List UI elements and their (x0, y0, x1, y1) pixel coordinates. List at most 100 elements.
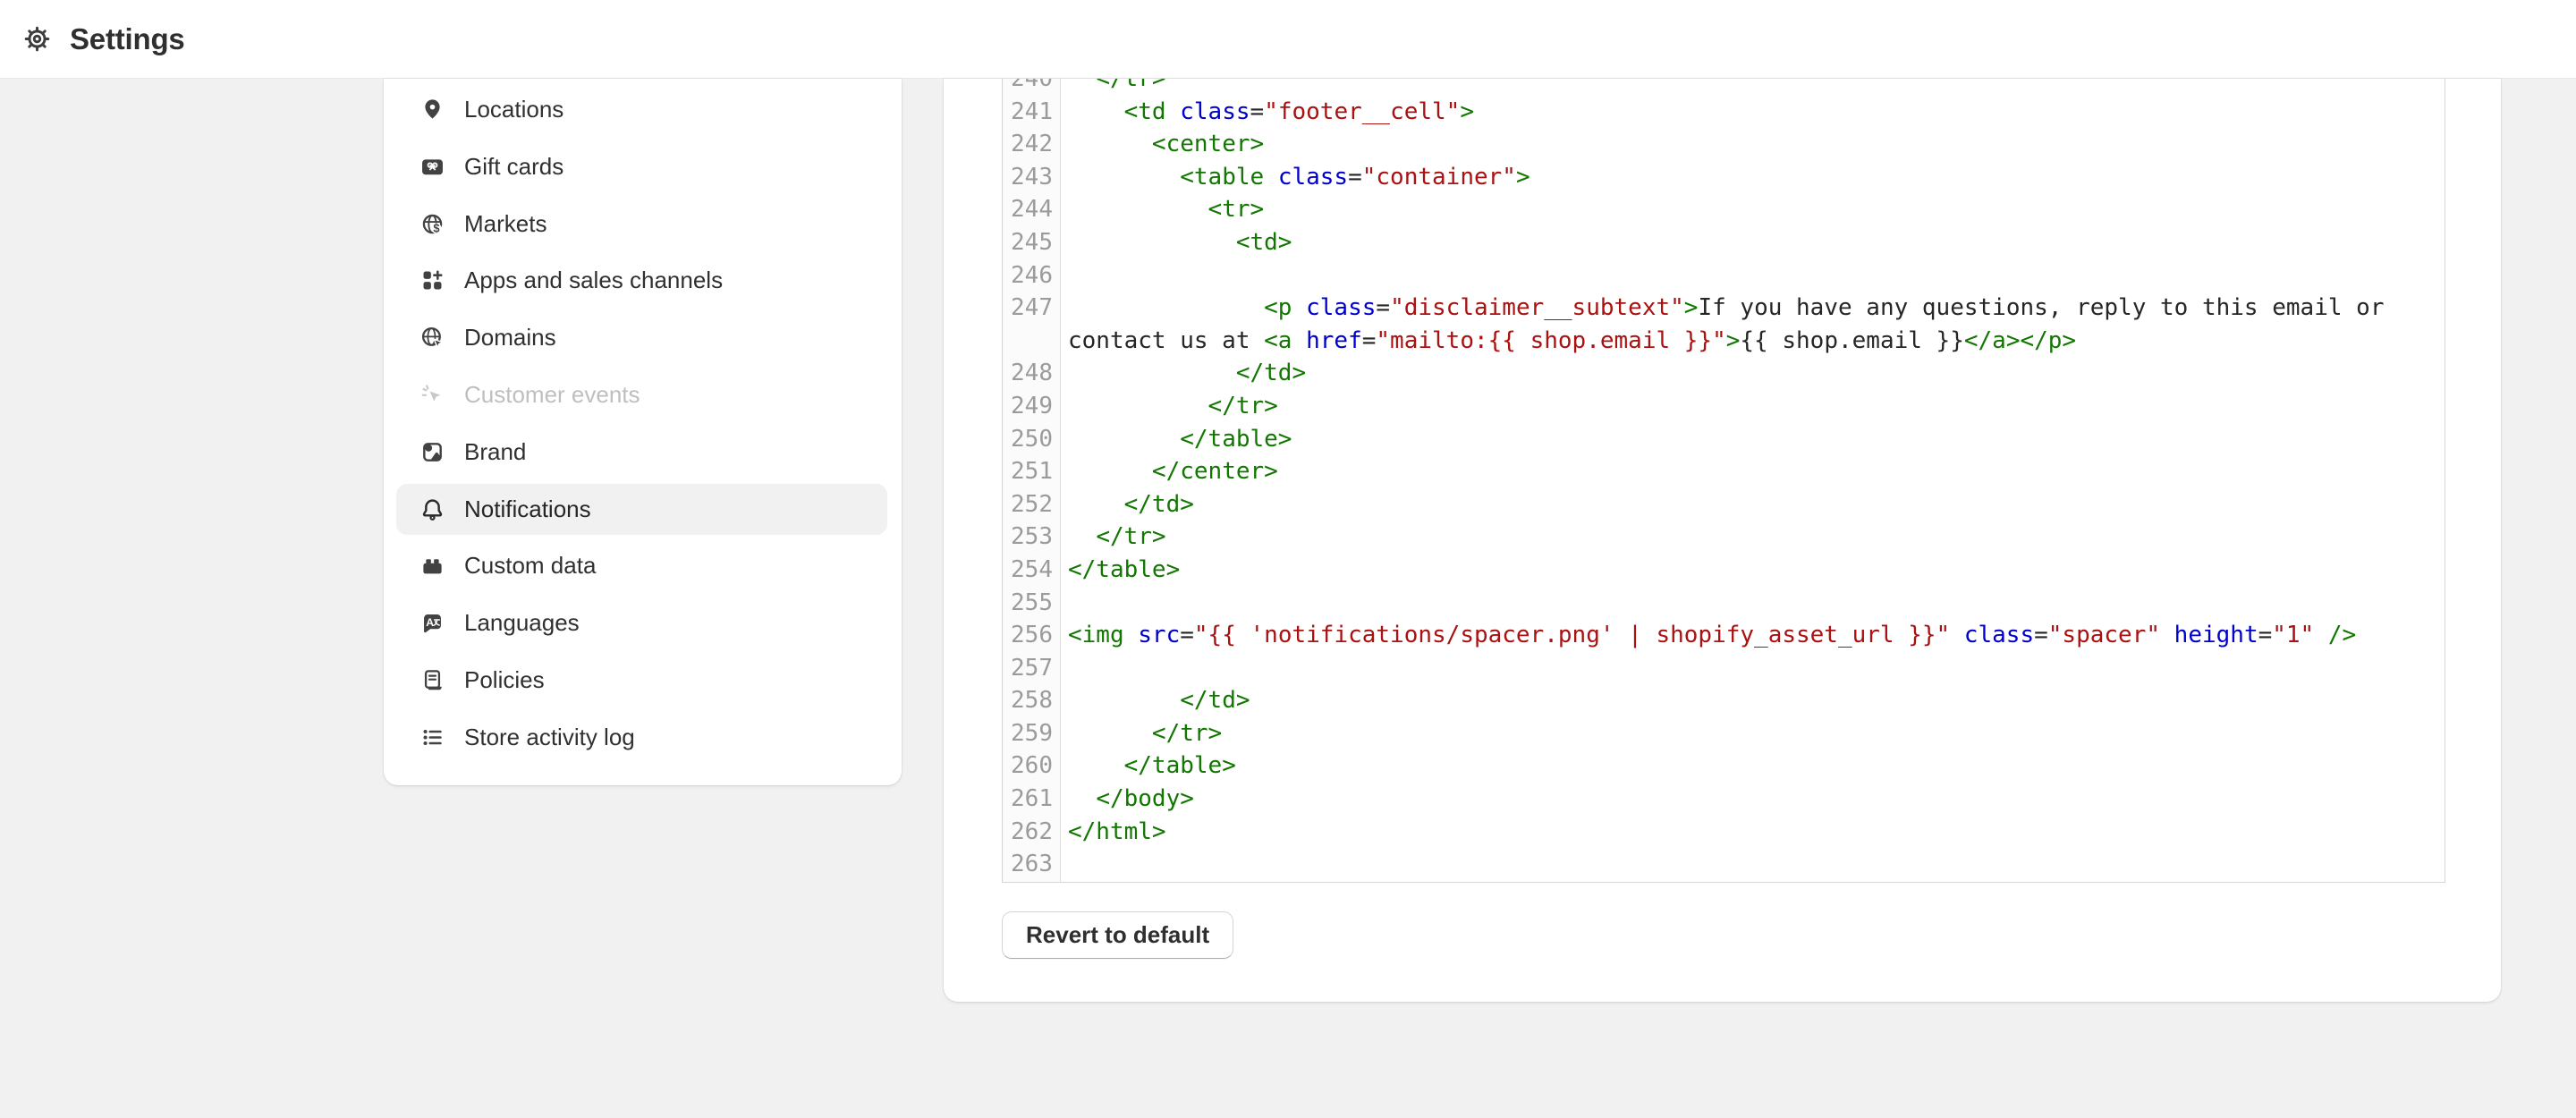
sidebar-item-store-activity-log[interactable]: Store activity log (396, 712, 887, 763)
code-token: = (1180, 622, 1194, 648)
sidebar-item-custom-data[interactable]: Custom data (396, 540, 887, 591)
code-token: src (1138, 622, 1180, 648)
code-token: <a (1264, 327, 1292, 354)
code-token: "{{ 'notifications/spacer.png' | shopify… (1194, 622, 1950, 648)
line-number: 263 (1003, 848, 1053, 881)
code-line: 261 </body> (1003, 783, 2445, 816)
sidebar-item-label: Notifications (464, 495, 591, 523)
code-line: 262</html> (1003, 816, 2445, 849)
code-token (1068, 164, 1180, 191)
code-line: 263 (1003, 848, 2445, 881)
code-line: 251 </center> (1003, 455, 2445, 488)
sidebar-item-policies[interactable]: Policies (396, 655, 887, 706)
sidebar-item-languages[interactable]: A Languages (396, 597, 887, 648)
code-token (2314, 622, 2328, 648)
line-number: 252 (1003, 488, 1053, 521)
code-token: "footer__cell" (1264, 98, 1460, 125)
code-token (1068, 523, 1096, 550)
sidebar-item-brand[interactable]: Brand (396, 427, 887, 478)
code-line: 245 <td> (1003, 226, 2445, 259)
line-number: 258 (1003, 684, 1053, 717)
line-number: 259 (1003, 717, 1053, 750)
sidebar-item-notifications[interactable]: Notifications (396, 484, 887, 535)
code-token: <center> (1152, 131, 1264, 157)
translate-icon: A (420, 611, 445, 635)
revert-to-default-button[interactable]: Revert to default (1002, 911, 1233, 959)
code-token: = (1250, 98, 1265, 125)
line-number: 244 (1003, 193, 1053, 226)
sidebar-item-label: Domains (464, 324, 556, 351)
sidebar-item-label: Gift cards (464, 153, 564, 181)
code-token (1264, 164, 1278, 191)
code-token: "container" (1362, 164, 1516, 191)
code-token: </body> (1096, 785, 1194, 812)
code-token (1292, 327, 1306, 354)
code-token: = (1348, 164, 1362, 191)
sidebar-item-label: Customer events (464, 381, 640, 409)
line-number: 245 (1003, 226, 1053, 259)
sidebar-item-gift-cards[interactable]: Gift cards (396, 141, 887, 192)
code-line: 250 </table> (1003, 423, 2445, 456)
globe-dollar-icon: $ (420, 212, 445, 236)
code-token: "mailto:{{ shop.email }}" (1376, 327, 1725, 354)
code-line: 258 </td> (1003, 684, 2445, 717)
settings-sidebar: Locations Gift cards $MarketsApps and sale… (384, 79, 902, 785)
code-token: {{ shop.email }} (1740, 327, 1963, 354)
code-token: class (1180, 98, 1250, 125)
code-token: > (1516, 164, 1530, 191)
code-token: > (1460, 98, 1474, 125)
sidebar-item-label: Store activity log (464, 724, 635, 751)
code-token (1068, 458, 1152, 485)
sidebar-item-label: Policies (464, 666, 545, 694)
code-token: </tr> (1208, 393, 1278, 419)
code-lines: 240 </tr>241 <td class="footer__cell">24… (1003, 79, 2445, 881)
line-number: 251 (1003, 455, 1053, 488)
line-number: 253 (1003, 521, 1053, 554)
line-number: 254 (1003, 554, 1053, 587)
code-token (1068, 131, 1152, 157)
code-editor[interactable]: 240 </tr>241 <td class="footer__cell">24… (1002, 79, 2445, 883)
gear-icon (23, 25, 51, 53)
line-number: 260 (1003, 750, 1053, 783)
sidebar-item-locations[interactable]: Locations (396, 84, 887, 135)
code-token: class (1306, 294, 1376, 321)
code-token: <td> (1236, 229, 1292, 256)
code-token: <tr> (1208, 196, 1265, 223)
sidebar-item-label: Languages (464, 609, 580, 637)
settings-nav: Locations Gift cards $MarketsApps and sale… (384, 84, 902, 763)
line-number: 255 (1003, 587, 1053, 620)
location-pin-icon (420, 97, 445, 122)
line-number: 257 (1003, 652, 1053, 685)
sidebar-item-domains[interactable]: Domains (396, 312, 887, 363)
code-line: 256<img src="{{ 'notifications/spacer.pn… (1003, 619, 2445, 652)
sidebar-item-apps-and-sales-channels[interactable]: Apps and sales channels (396, 255, 887, 306)
sidebar-item-markets[interactable]: $Markets (396, 199, 887, 250)
code-token: </center> (1152, 458, 1278, 485)
code-token: If you have any questions, reply to this… (1698, 294, 2384, 321)
code-token: > (1726, 327, 1741, 354)
code-token: class (1964, 622, 2034, 648)
code-token: </html> (1068, 818, 1166, 845)
code-line: 242 <center> (1003, 128, 2445, 161)
code-line: 260 </table> (1003, 750, 2445, 783)
code-token (1068, 491, 1124, 518)
apps-grid-icon (420, 268, 445, 292)
code-line: 247 <p class="disclaimer__subtext">If yo… (1003, 292, 2445, 325)
code-token (1068, 393, 1208, 419)
code-token (1950, 622, 1964, 648)
code-token (1068, 720, 1152, 747)
code-token: = (2034, 622, 2048, 648)
brick-icon (420, 554, 445, 578)
code-token (1166, 98, 1181, 125)
code-token: contact us at (1068, 327, 1264, 354)
code-line: 243 <table class="container"> (1003, 161, 2445, 194)
policy-document-icon (420, 668, 445, 692)
code-token: href (1306, 327, 1362, 354)
code-line: 253 </tr> (1003, 521, 2445, 554)
code-token: </tr> (1096, 523, 1165, 550)
code-token: </a></p> (1964, 327, 2076, 354)
code-line: 246 (1003, 259, 2445, 292)
code-token (1068, 687, 1180, 714)
code-line: 241 <td class="footer__cell"> (1003, 96, 2445, 129)
code-token (1068, 752, 1124, 779)
